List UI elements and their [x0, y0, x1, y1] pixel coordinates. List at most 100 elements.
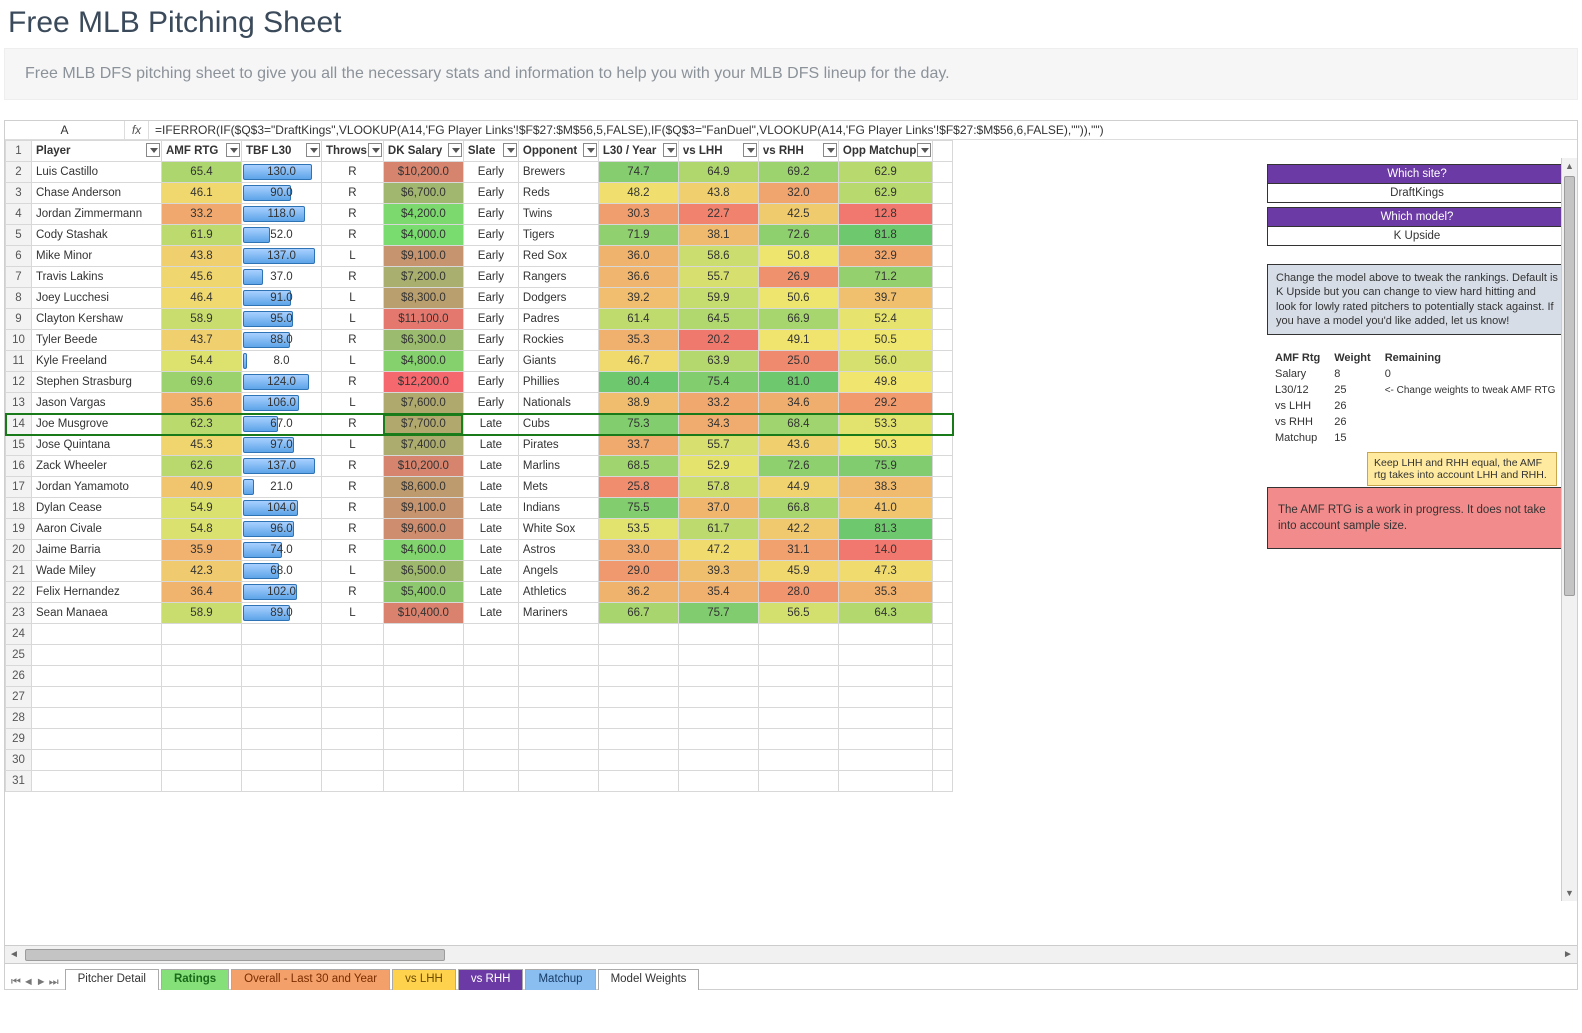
- table-row[interactable]: 9Clayton Kershaw58.995.0L$11,100.0EarlyP…: [6, 309, 953, 330]
- cell-throws[interactable]: R: [322, 330, 384, 351]
- cell-rhh[interactable]: 72.6: [758, 456, 838, 477]
- row-number[interactable]: 30: [6, 750, 32, 771]
- table-row[interactable]: 8Joey Lucchesi46.491.0L$8,300.0EarlyDodg…: [6, 288, 953, 309]
- cell-player[interactable]: Joe Musgrove: [32, 414, 162, 435]
- cell-amf[interactable]: 36.4: [162, 582, 242, 603]
- cell-l30[interactable]: 36.0: [598, 246, 678, 267]
- cell-rhh[interactable]: 32.0: [758, 183, 838, 204]
- cell-rhh[interactable]: 50.6: [758, 288, 838, 309]
- name-box[interactable]: A: [5, 121, 125, 139]
- cell-lhh[interactable]: 52.9: [678, 456, 758, 477]
- cell-lhh[interactable]: 55.7: [678, 267, 758, 288]
- row-number[interactable]: 21: [6, 561, 32, 582]
- cell-l30[interactable]: 30.3: [598, 204, 678, 225]
- cell-l30[interactable]: 75.5: [598, 498, 678, 519]
- cell-match[interactable]: 49.8: [838, 372, 932, 393]
- row-number[interactable]: 29: [6, 729, 32, 750]
- cell-l30[interactable]: 53.5: [598, 519, 678, 540]
- cell-opponent[interactable]: Athletics: [518, 582, 598, 603]
- data-grid[interactable]: 1PlayerAMF RTGTBF L30ThrowsDK SalarySlat…: [5, 140, 953, 792]
- which-model-value[interactable]: K Upside: [1267, 227, 1567, 246]
- cell-slate[interactable]: Early: [463, 204, 518, 225]
- cell-throws[interactable]: R: [322, 204, 384, 225]
- cell-player[interactable]: Jason Vargas: [32, 393, 162, 414]
- cell-throws[interactable]: L: [322, 288, 384, 309]
- cell-l30[interactable]: 36.2: [598, 582, 678, 603]
- row-number[interactable]: 22: [6, 582, 32, 603]
- cell-amf[interactable]: 62.6: [162, 456, 242, 477]
- cell-salary[interactable]: $5,400.0: [383, 582, 463, 603]
- tab-last-icon[interactable]: ⏭: [49, 976, 59, 989]
- cell-throws[interactable]: L: [322, 393, 384, 414]
- filter-dropdown-icon[interactable]: [448, 143, 462, 157]
- cell-player[interactable]: Wade Miley: [32, 561, 162, 582]
- cell-match[interactable]: 75.9: [838, 456, 932, 477]
- cell-throws[interactable]: R: [322, 540, 384, 561]
- cell-player[interactable]: Aaron Civale: [32, 519, 162, 540]
- cell-player[interactable]: Jose Quintana: [32, 435, 162, 456]
- cell-opponent[interactable]: Astros: [518, 540, 598, 561]
- cell-amf[interactable]: 46.1: [162, 183, 242, 204]
- cell-lhh[interactable]: 61.7: [678, 519, 758, 540]
- cell-lhh[interactable]: 35.4: [678, 582, 758, 603]
- row-number[interactable]: 10: [6, 330, 32, 351]
- sheet-tab[interactable]: vs LHH: [392, 969, 456, 990]
- cell-slate[interactable]: Early: [463, 183, 518, 204]
- cell-salary[interactable]: $7,700.0: [383, 414, 463, 435]
- cell-rhh[interactable]: 56.5: [758, 603, 838, 624]
- table-row[interactable]: 15Jose Quintana45.397.0L$7,400.0LatePira…: [6, 435, 953, 456]
- cell-amf[interactable]: 54.8: [162, 519, 242, 540]
- cell-salary[interactable]: $7,400.0: [383, 435, 463, 456]
- cell-salary[interactable]: $6,500.0: [383, 561, 463, 582]
- cell-slate[interactable]: Early: [463, 162, 518, 183]
- cell-match[interactable]: 38.3: [838, 477, 932, 498]
- cell-throws[interactable]: R: [322, 162, 384, 183]
- table-row[interactable]: 13Jason Vargas35.6106.0L$7,600.0EarlyNat…: [6, 393, 953, 414]
- col-header[interactable]: Opp Matchup: [838, 141, 932, 162]
- cell-salary[interactable]: $4,200.0: [383, 204, 463, 225]
- cell-lhh[interactable]: 75.4: [678, 372, 758, 393]
- cell-throws[interactable]: R: [322, 183, 384, 204]
- vertical-scrollbar[interactable]: ▲ ▼: [1561, 158, 1577, 901]
- table-row[interactable]: 20Jaime Barria35.974.0R$4,600.0LateAstro…: [6, 540, 953, 561]
- cell-rhh[interactable]: 28.0: [758, 582, 838, 603]
- cell-match[interactable]: 71.2: [838, 267, 932, 288]
- cell-l30[interactable]: 46.7: [598, 351, 678, 372]
- cell-tbf[interactable]: 95.0: [242, 309, 322, 330]
- cell-opponent[interactable]: White Sox: [518, 519, 598, 540]
- row-number[interactable]: 19: [6, 519, 32, 540]
- row-number[interactable]: 8: [6, 288, 32, 309]
- cell-player[interactable]: Travis Lakins: [32, 267, 162, 288]
- tab-next-icon[interactable]: ►: [36, 976, 47, 989]
- cell-amf[interactable]: 33.2: [162, 204, 242, 225]
- cell-match[interactable]: 39.7: [838, 288, 932, 309]
- cell-tbf[interactable]: 124.0: [242, 372, 322, 393]
- cell-match[interactable]: 50.5: [838, 330, 932, 351]
- row-number[interactable]: 4: [6, 204, 32, 225]
- cell-lhh[interactable]: 33.2: [678, 393, 758, 414]
- cell-l30[interactable]: 71.9: [598, 225, 678, 246]
- cell-player[interactable]: Cody Stashak: [32, 225, 162, 246]
- cell-player[interactable]: Felix Hernandez: [32, 582, 162, 603]
- table-row[interactable]: 14Joe Musgrove62.367.0R$7,700.0LateCubs7…: [6, 414, 953, 435]
- cell-salary[interactable]: $8,300.0: [383, 288, 463, 309]
- row-number[interactable]: 5: [6, 225, 32, 246]
- row-number[interactable]: 25: [6, 645, 32, 666]
- cell-lhh[interactable]: 37.0: [678, 498, 758, 519]
- cell-throws[interactable]: R: [322, 372, 384, 393]
- col-header[interactable]: vs LHH: [678, 141, 758, 162]
- filter-dropdown-icon[interactable]: [503, 143, 517, 157]
- cell-opponent[interactable]: Red Sox: [518, 246, 598, 267]
- cell-slate[interactable]: Late: [463, 561, 518, 582]
- cell-match[interactable]: 81.8: [838, 225, 932, 246]
- cell-slate[interactable]: Early: [463, 309, 518, 330]
- cell-amf[interactable]: 35.6: [162, 393, 242, 414]
- cell-amf[interactable]: 62.3: [162, 414, 242, 435]
- cell-player[interactable]: Dylan Cease: [32, 498, 162, 519]
- cell-l30[interactable]: 74.7: [598, 162, 678, 183]
- cell-lhh[interactable]: 43.8: [678, 183, 758, 204]
- which-site-value[interactable]: DraftKings: [1267, 184, 1567, 203]
- tab-first-icon[interactable]: ⏮: [11, 976, 21, 989]
- cell-tbf[interactable]: 104.0: [242, 498, 322, 519]
- row-number[interactable]: 12: [6, 372, 32, 393]
